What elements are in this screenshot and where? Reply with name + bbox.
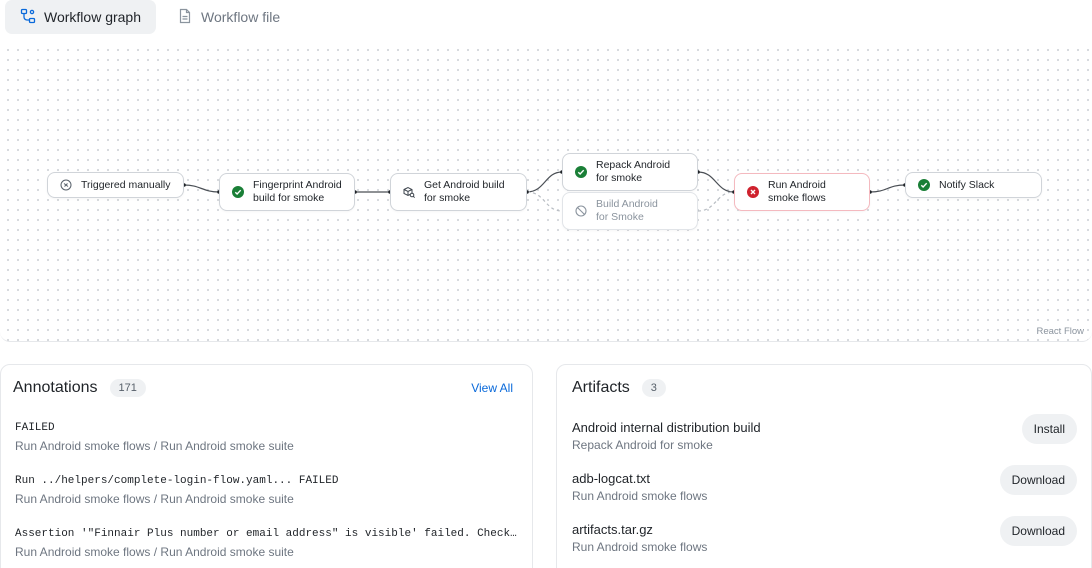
manual-trigger-icon: [60, 179, 72, 191]
edge-get-repack: [526, 171, 563, 193]
edge-run-notify: [869, 184, 906, 193]
node-label: Repack Android for smoke: [596, 159, 671, 184]
tab-label: Workflow file: [201, 9, 281, 25]
annotation-source: Run Android smoke flows / Run Android sm…: [15, 439, 294, 453]
react-flow-attribution[interactable]: React Flow: [1034, 326, 1086, 337]
view-tabs: Workflow graph Workflow file: [5, 0, 295, 34]
annotation-source: Run Android smoke flows / Run Android sm…: [15, 545, 294, 559]
annotation-message: Run ../helpers/complete-login-flow.yaml.…: [15, 475, 339, 487]
node-triggered-manually[interactable]: Triggered manually: [47, 172, 184, 198]
success-icon: [575, 166, 587, 178]
annotation-item[interactable]: Assertion '"Finnair Plus number or email…: [15, 527, 520, 559]
node-repack-android[interactable]: Repack Android for smoke: [562, 153, 698, 191]
annotations-header: Annotations 171: [13, 379, 146, 397]
node-label: Fingerprint Android build for smoke: [253, 179, 342, 204]
node-label: Triggered manually: [81, 178, 171, 191]
install-button[interactable]: Install: [1021, 414, 1077, 444]
annotation-source: Run Android smoke flows / Run Android sm…: [15, 492, 294, 506]
annotation-item[interactable]: FAILED Run Android smoke flows / Run And…: [15, 421, 520, 453]
edge-get-build-skipped: [526, 191, 563, 212]
workflow-graph-canvas[interactable]: Triggered manually Fingerprint Android bu…: [0, 42, 1092, 342]
node-label: Run Android smoke flows: [768, 179, 826, 204]
edge-build-run-skipped: [697, 191, 735, 212]
annotations-panel: Annotations 171 View All FAILED Run Andr…: [0, 364, 533, 568]
edge-repack-run: [697, 171, 735, 193]
view-all-link[interactable]: View All: [471, 381, 513, 395]
artifact-item: adb-logcat.txt Run Android smoke flows D…: [572, 465, 1077, 503]
annotations-count-badge: 171: [109, 379, 146, 397]
node-label: Notify Slack: [939, 178, 995, 191]
edge-trigger-fingerprint: [183, 184, 220, 193]
artifacts-panel: Artifacts 3 Android internal distributio…: [556, 364, 1092, 568]
workflow-graph-icon: [20, 8, 36, 27]
success-icon: [918, 179, 930, 191]
node-run-android-smoke-flows[interactable]: Run Android smoke flows: [734, 173, 870, 211]
artifact-item: Android internal distribution build Repa…: [572, 414, 1077, 452]
artifact-source: Repack Android for smoke: [572, 438, 713, 452]
artifact-source: Run Android smoke flows: [572, 540, 708, 554]
artifact-name: Android internal distribution build: [572, 420, 761, 435]
tab-workflow-graph[interactable]: Workflow graph: [5, 0, 157, 34]
failed-icon: [747, 186, 759, 198]
package-search-icon: [403, 186, 415, 198]
node-build-android-skipped[interactable]: Build Android for Smoke: [562, 192, 698, 230]
skipped-icon: [575, 205, 587, 217]
download-button[interactable]: Download: [999, 465, 1077, 495]
artifacts-count-badge: 3: [641, 379, 666, 397]
annotations-title: Annotations: [13, 379, 98, 396]
artifacts-header: Artifacts 3: [572, 379, 666, 397]
annotation-message: Assertion '"Finnair Plus number or email…: [15, 528, 520, 540]
node-label: Get Android build for smoke: [424, 179, 505, 204]
artifacts-title: Artifacts: [572, 379, 630, 396]
tab-label: Workflow graph: [44, 9, 142, 25]
annotation-item[interactable]: Run ../helpers/complete-login-flow.yaml.…: [15, 474, 520, 506]
node-label: Build Android for Smoke: [596, 198, 658, 223]
node-fingerprint-android-build[interactable]: Fingerprint Android build for smoke: [219, 173, 355, 211]
file-icon: [177, 8, 193, 27]
artifact-source: Run Android smoke flows: [572, 489, 708, 503]
node-get-android-build[interactable]: Get Android build for smoke: [390, 173, 527, 211]
success-icon: [232, 186, 244, 198]
annotation-message: FAILED: [15, 422, 55, 434]
tab-workflow-file[interactable]: Workflow file: [162, 0, 295, 34]
node-notify-slack[interactable]: Notify Slack: [905, 172, 1042, 198]
download-button[interactable]: Download: [999, 516, 1077, 546]
artifact-item: artifacts.tar.gz Run Android smoke flows…: [572, 516, 1077, 554]
